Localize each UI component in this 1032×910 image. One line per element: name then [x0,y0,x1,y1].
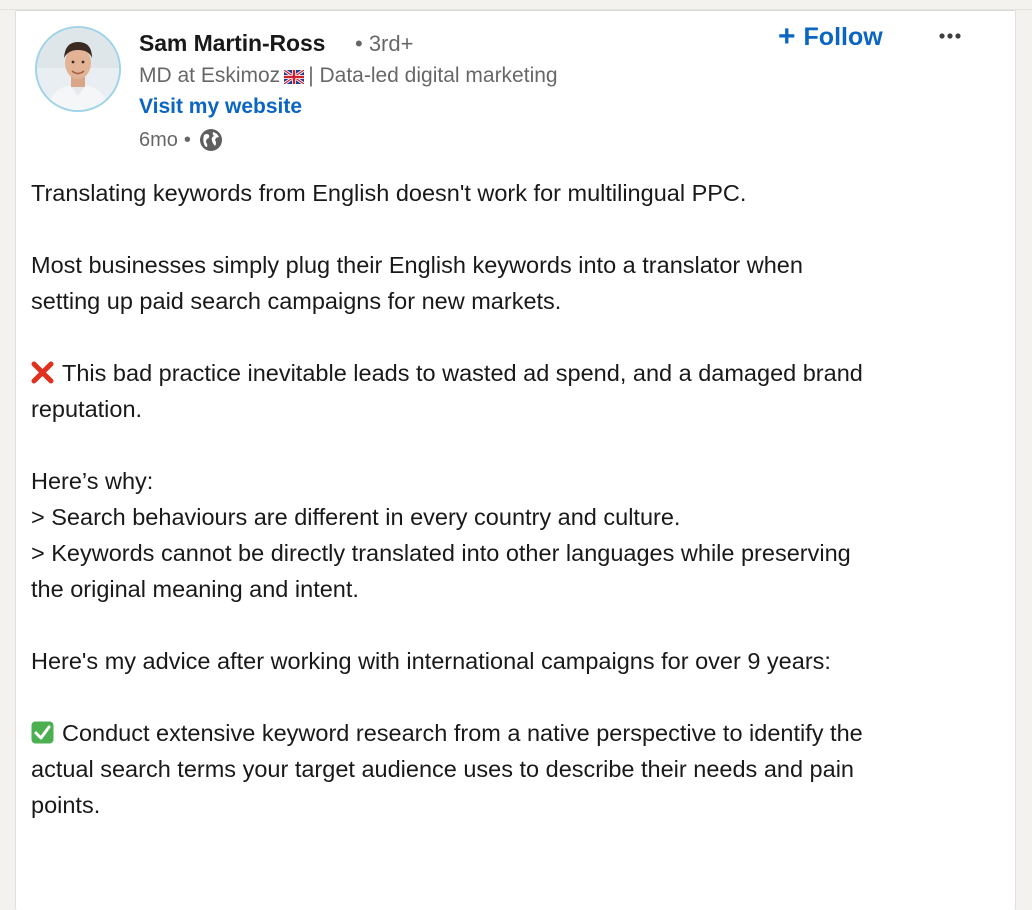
feed-background-strip [0,0,1032,10]
post-line: setting up paid search campaigns for new… [31,288,562,314]
post-line: Here’s why: [31,468,154,494]
post-paragraph: Translating keywords from English doesn'… [31,180,747,206]
post-line: > Search behaviours are different in eve… [31,504,681,530]
post-line: reputation. [31,396,143,422]
post-meta: 6mo • [139,128,223,152]
more-horizontal-icon [939,33,961,39]
author-avatar[interactable] [35,26,121,112]
post-line: > Keywords cannot be directly translated… [31,540,851,566]
post-line-text: This bad practice inevitable leads to wa… [62,360,863,386]
post-line: points. [31,792,101,818]
check-mark-icon [31,718,54,744]
post-line: actual search terms your target audience… [31,756,854,782]
plus-icon: + [778,20,796,53]
cross-mark-icon [31,358,54,384]
headline-prefix: MD at Eskimoz [139,64,281,87]
author-name[interactable]: Sam Martin-Ross [139,30,325,57]
meta-separator: • [183,128,191,151]
author-headline: MD at Eskimoz | Data-led digital marketin… [139,64,558,90]
globe-icon [199,128,223,152]
post-line: Conduct extensive keyword research from … [31,715,981,751]
follow-label: Follow [803,22,883,51]
connection-degree: • 3rd+ [355,31,414,56]
follow-button[interactable]: + Follow [778,22,883,52]
post-time[interactable]: 6mo [139,129,178,152]
headline-suffix: | Data-led digital marketing [308,64,558,87]
post-line: Most businesses simply plug their Englis… [31,252,803,278]
post-body: Translating keywords from English doesn'… [31,175,981,823]
post-line: This bad practice inevitable leads to wa… [31,355,981,391]
post-line: Here's my advice after working with inte… [31,648,831,674]
more-options-button[interactable] [936,24,966,48]
post-line-text: Conduct extensive keyword research from … [62,720,863,746]
visit-website-link[interactable]: Visit my website [139,95,302,119]
post-line: the original meaning and intent. [31,576,359,602]
uk-flag-icon [283,66,306,90]
